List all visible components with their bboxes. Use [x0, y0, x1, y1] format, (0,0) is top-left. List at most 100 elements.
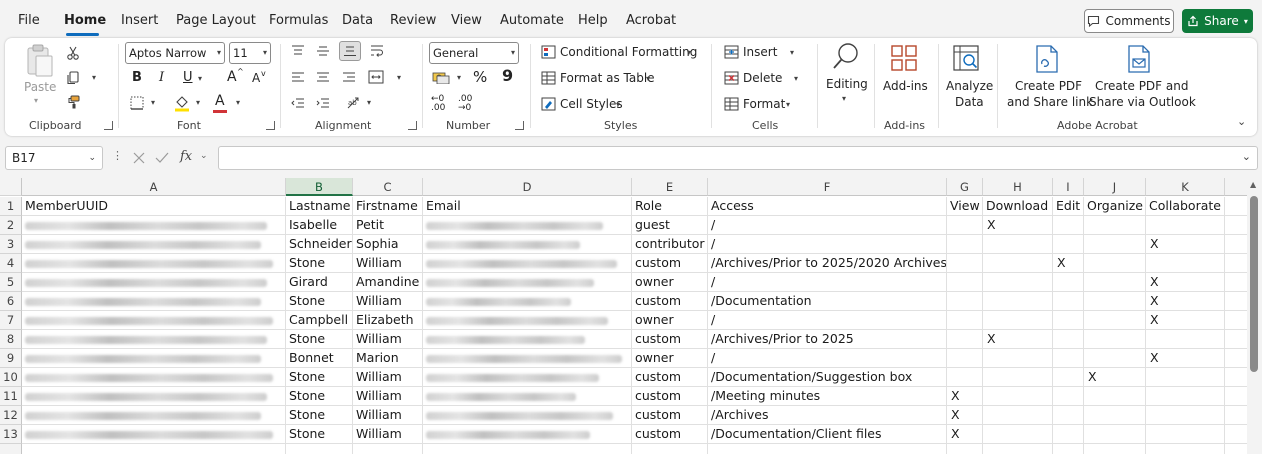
number-format-select[interactable]: General ▾ [429, 42, 519, 64]
table-cell[interactable] [423, 254, 632, 273]
table-cell[interactable]: William [353, 254, 423, 273]
table-cell[interactable] [1225, 330, 1247, 349]
table-cell[interactable] [22, 349, 286, 368]
table-cell[interactable] [983, 349, 1053, 368]
table-cell[interactable] [632, 444, 708, 454]
table-cell[interactable] [1146, 368, 1225, 387]
table-cell[interactable] [1053, 406, 1084, 425]
table-cell[interactable] [1053, 235, 1084, 254]
table-cell[interactable] [1053, 349, 1084, 368]
scroll-up-icon[interactable]: ▲ [1250, 180, 1256, 189]
table-cell[interactable] [1084, 330, 1146, 349]
align-right-icon[interactable] [341, 69, 357, 85]
analyze-data-label-1[interactable]: Analyze [946, 79, 993, 93]
header-cell[interactable]: MemberUUID [22, 197, 286, 216]
table-cell[interactable] [947, 330, 983, 349]
table-cell[interactable] [1225, 216, 1247, 235]
column-header-c[interactable]: C [353, 178, 423, 196]
wrap-text-icon[interactable] [369, 43, 387, 59]
table-cell[interactable] [22, 444, 286, 454]
table-cell[interactable]: Girard [286, 273, 353, 292]
header-cell[interactable]: Collaborate [1146, 197, 1225, 216]
chevron-down-icon[interactable]: ▾ [687, 48, 691, 57]
table-cell[interactable] [983, 425, 1053, 444]
table-cell[interactable]: owner [632, 311, 708, 330]
table-cell[interactable] [1146, 387, 1225, 406]
table-cell[interactable]: / [708, 273, 947, 292]
table-cell[interactable]: William [353, 368, 423, 387]
table-cell[interactable]: Isabelle [286, 216, 353, 235]
table-cell[interactable] [353, 444, 423, 454]
table-cell[interactable] [1053, 387, 1084, 406]
table-cell[interactable]: custom [632, 254, 708, 273]
chevron-down-icon[interactable]: ▾ [794, 74, 798, 83]
enter-icon[interactable] [155, 151, 169, 165]
menu-formulas[interactable]: Formulas [269, 13, 328, 28]
table-cell[interactable]: owner [632, 349, 708, 368]
table-cell[interactable]: X [983, 216, 1053, 235]
table-cell[interactable] [1225, 406, 1247, 425]
decrease-decimal-button[interactable]: .00 →0 [458, 95, 480, 113]
align-center-icon[interactable] [315, 69, 331, 85]
cell-styles-button[interactable]: Cell Styles [560, 97, 623, 111]
align-middle-icon[interactable] [315, 43, 331, 59]
column-header-b[interactable]: B [286, 178, 353, 196]
analyze-data-label-2[interactable]: Data [955, 95, 984, 109]
table-cell[interactable]: X [1146, 273, 1225, 292]
column-header-d[interactable]: D [423, 178, 632, 196]
table-cell[interactable] [1084, 444, 1146, 454]
table-cell[interactable] [1084, 349, 1146, 368]
font-color-button[interactable]: A [215, 93, 225, 109]
create-pdf-link-icon[interactable] [1032, 43, 1062, 75]
row-header[interactable]: 7 [0, 311, 22, 330]
clipboard-launcher-icon[interactable] [104, 121, 113, 130]
table-cell[interactable]: X [947, 425, 983, 444]
delete-cells-button[interactable]: Delete [743, 71, 782, 85]
column-header-j[interactable]: J [1084, 178, 1146, 196]
table-cell[interactable] [1053, 444, 1084, 454]
table-cell[interactable]: custom [632, 292, 708, 311]
copy-icon[interactable] [65, 70, 81, 86]
table-cell[interactable] [423, 368, 632, 387]
chevron-down-icon[interactable]: ▾ [842, 94, 846, 103]
table-cell[interactable]: Stone [286, 425, 353, 444]
table-cell[interactable]: custom [632, 387, 708, 406]
table-cell[interactable] [1084, 406, 1146, 425]
table-cell[interactable]: /Archives/Prior to 2025 [708, 330, 947, 349]
table-cell[interactable] [983, 368, 1053, 387]
table-cell[interactable]: Sophia [353, 235, 423, 254]
table-cell[interactable] [1225, 311, 1247, 330]
column-header-l[interactable] [1225, 178, 1247, 196]
table-cell[interactable]: /Meeting minutes [708, 387, 947, 406]
paste-dropdown-icon[interactable]: ▾ [34, 96, 38, 105]
table-cell[interactable]: owner [632, 273, 708, 292]
header-cell[interactable]: Access [708, 197, 947, 216]
align-bottom-icon[interactable] [339, 41, 361, 61]
table-cell[interactable] [1225, 349, 1247, 368]
table-cell[interactable]: X [1084, 368, 1146, 387]
table-cell[interactable] [1146, 444, 1225, 454]
table-cell[interactable] [22, 216, 286, 235]
cancel-icon[interactable] [132, 151, 146, 165]
create-pdf-link-label-1[interactable]: Create PDF [1015, 79, 1082, 93]
copy-dropdown-icon[interactable]: ▾ [92, 73, 96, 82]
table-cell[interactable]: William [353, 425, 423, 444]
table-cell[interactable]: /Documentation [708, 292, 947, 311]
row-header[interactable]: 10 [0, 368, 22, 387]
align-left-icon[interactable] [290, 69, 306, 85]
table-cell[interactable] [423, 387, 632, 406]
column-header-g[interactable]: G [947, 178, 983, 196]
table-cell[interactable] [1084, 311, 1146, 330]
bold-button[interactable]: B [132, 70, 142, 85]
table-cell[interactable] [22, 254, 286, 273]
table-cell[interactable] [423, 292, 632, 311]
orientation-dropdown-icon[interactable]: ▾ [367, 98, 371, 107]
table-cell[interactable] [947, 235, 983, 254]
select-all-corner[interactable] [0, 178, 22, 196]
header-cell[interactable]: Download [983, 197, 1053, 216]
format-cells-button[interactable]: Format [743, 97, 785, 111]
table-cell[interactable]: / [708, 216, 947, 235]
column-header-f[interactable]: F [708, 178, 947, 196]
table-cell[interactable] [1225, 292, 1247, 311]
insert-function-button[interactable]: fx [180, 149, 192, 164]
